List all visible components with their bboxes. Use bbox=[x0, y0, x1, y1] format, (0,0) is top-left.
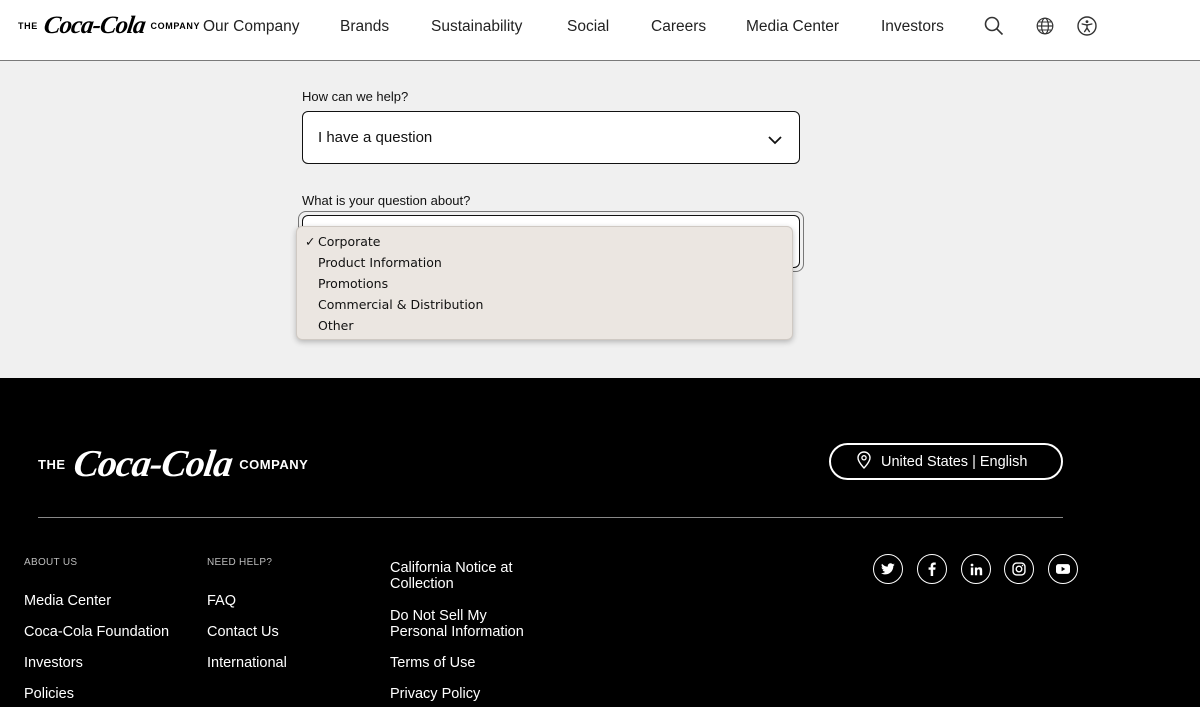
footer-link-policies[interactable]: Policies bbox=[24, 686, 74, 702]
option-product-information[interactable]: Product Information bbox=[318, 255, 442, 270]
footer-link-coca-cola-foundation[interactable]: Coca-Cola Foundation bbox=[24, 624, 169, 640]
footer-divider bbox=[38, 517, 1063, 518]
accessibility-icon[interactable] bbox=[1076, 14, 1098, 38]
footer-link-investors[interactable]: Investors bbox=[24, 655, 83, 671]
footer-brand-logo[interactable]: THE Coca-Cola COMPANY bbox=[38, 442, 308, 486]
footer-link-terms-of-use[interactable]: Terms of Use bbox=[390, 655, 475, 671]
california-notice-line2: Collection bbox=[390, 576, 454, 592]
footer-link-do-not-sell[interactable]: Do Not Sell My Personal Information bbox=[390, 608, 524, 640]
region-selector-button[interactable]: United States | English bbox=[829, 443, 1063, 480]
about-us-heading: ABOUT US bbox=[24, 557, 78, 568]
california-notice-line1: California Notice at bbox=[390, 560, 513, 576]
footer-link-international[interactable]: International bbox=[207, 655, 287, 671]
help-select[interactable]: I have a question bbox=[302, 111, 800, 164]
footer-link-privacy-policy[interactable]: Privacy Policy bbox=[390, 686, 480, 702]
do-not-sell-line2: Personal Information bbox=[390, 624, 524, 640]
facebook-icon[interactable] bbox=[917, 554, 947, 584]
footer-brand-script: Coca-Cola bbox=[70, 443, 235, 485]
chevron-down-icon bbox=[768, 130, 782, 149]
nav-media-center[interactable]: Media Center bbox=[746, 18, 839, 36]
search-icon[interactable] bbox=[983, 14, 1005, 38]
help-select-value: I have a question bbox=[318, 129, 433, 146]
brand-suffix: COMPANY bbox=[150, 21, 201, 31]
topic-dropdown-list: ✓ Corporate Product Information Promotio… bbox=[296, 226, 793, 340]
footer-link-media-center[interactable]: Media Center bbox=[24, 593, 111, 609]
site-header: THE Coca-Cola COMPANY Our Company Brands… bbox=[0, 0, 1200, 61]
help-label: How can we help? bbox=[302, 89, 409, 104]
selected-check-icon: ✓ bbox=[305, 234, 316, 249]
need-help-heading: NEED HELP? bbox=[207, 557, 273, 568]
twitter-icon[interactable] bbox=[873, 554, 903, 584]
location-pin-icon bbox=[857, 450, 871, 473]
option-other[interactable]: Other bbox=[318, 318, 354, 333]
option-promotions[interactable]: Promotions bbox=[318, 276, 388, 291]
region-label: United States | English bbox=[881, 453, 1028, 470]
footer-brand-prefix: THE bbox=[38, 456, 66, 472]
footer-link-contact-us[interactable]: Contact Us bbox=[207, 624, 279, 640]
brand-script: Coca-Cola bbox=[41, 12, 147, 39]
youtube-icon[interactable] bbox=[1048, 554, 1078, 584]
nav-social[interactable]: Social bbox=[567, 18, 609, 36]
option-corporate[interactable]: Corporate bbox=[318, 234, 381, 249]
site-footer: THE Coca-Cola COMPANY United States | En… bbox=[0, 378, 1200, 707]
nav-our-company[interactable]: Our Company bbox=[203, 18, 299, 36]
topic-label: What is your question about? bbox=[302, 193, 471, 208]
nav-sustainability[interactable]: Sustainability bbox=[431, 18, 522, 36]
brand-logo[interactable]: THE Coca-Cola COMPANY bbox=[18, 12, 200, 40]
linkedin-icon[interactable] bbox=[961, 554, 991, 584]
brand-prefix: THE bbox=[18, 21, 38, 31]
nav-careers[interactable]: Careers bbox=[651, 18, 706, 36]
globe-icon[interactable] bbox=[1034, 14, 1056, 38]
instagram-icon[interactable] bbox=[1004, 554, 1034, 584]
footer-brand-suffix: COMPANY bbox=[239, 456, 309, 472]
footer-link-faq[interactable]: FAQ bbox=[207, 593, 236, 609]
nav-brands[interactable]: Brands bbox=[340, 18, 389, 36]
do-not-sell-line1: Do Not Sell My bbox=[390, 608, 487, 624]
nav-investors[interactable]: Investors bbox=[881, 18, 944, 36]
option-commercial-distribution[interactable]: Commercial & Distribution bbox=[318, 297, 483, 312]
footer-link-california-notice[interactable]: California Notice at Collection bbox=[390, 560, 513, 592]
